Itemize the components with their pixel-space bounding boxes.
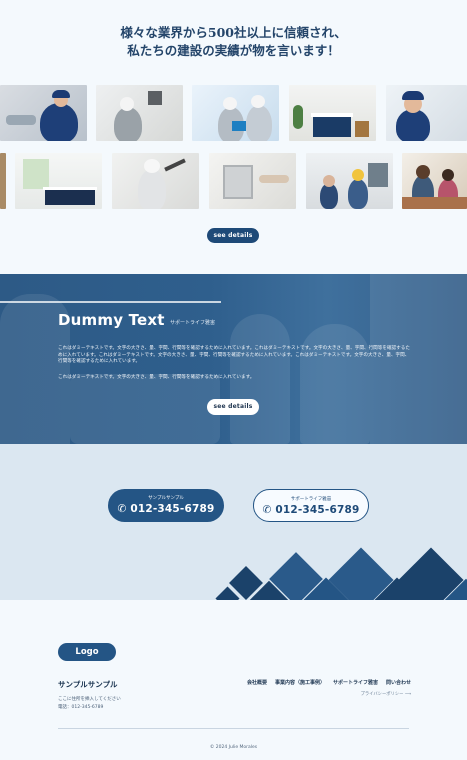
footer-logo[interactable]: Logo [58, 643, 116, 661]
photo-partial-left [0, 153, 6, 209]
photo-consultation [306, 153, 393, 209]
photo-appliance [209, 153, 296, 209]
phone-primary-label: サンプルサンプル [148, 496, 184, 501]
headline-line-1: 様々な業界から500社以上に信頼され、 [120, 25, 347, 40]
footer-nav-services[interactable]: 事業内容（施工事例） [275, 679, 325, 686]
phone-secondary-label: サポートライフ雅宙 [290, 497, 332, 502]
band-paragraph-2: これはダミーテキストです。文字の大きさ、量、字間、行間等を確認するために入れてい… [58, 375, 255, 380]
footer-address: ここに住所を挿入してください [58, 697, 121, 702]
phone-secondary-number-wrap: ✆ 012-345-6789 [254, 504, 368, 516]
footer-nav: 会社概要 事業内容（施工事例） サポートライフ雅宙 問い合わせ [247, 679, 411, 686]
phone-primary-number-wrap: ✆ 012-345-6789 [108, 503, 224, 515]
band-divider-line [0, 301, 221, 303]
phone-button-primary[interactable]: サンプルサンプル ✆ 012-345-6789 [108, 489, 224, 522]
band-paragraph-1: これはダミーテキストです。文字の大きさ、量、字間、行間等を確認するために入れてい… [58, 346, 410, 365]
photo-modern-kitchen [15, 153, 102, 209]
phone-secondary-number: 012-345-6789 [275, 504, 360, 516]
headline-line-2: 私たちの建設の実績が物を言います！ [127, 43, 340, 58]
photo-plumber [0, 85, 87, 141]
photo-inspectors [192, 85, 279, 141]
headline: 様々な業界から500社以上に信頼され、 私たちの建設の実績が物を言います！ [0, 24, 467, 60]
hero-section: 様々な業界から500社以上に信頼され、 私たちの建設の実績が物を言います！ se… [0, 0, 467, 274]
footer-address-block: ここに住所を挿入してください 電話：012-345-6789 [58, 696, 121, 712]
phone-icon: ✆ [262, 504, 272, 516]
photo-family [402, 153, 467, 209]
footer-privacy-link[interactable]: プライバシーポリシー ⟶ [361, 691, 411, 697]
photo-ceiling-work [112, 153, 199, 209]
photo-row-1 [0, 85, 467, 141]
footer-nav-company[interactable]: 会社概要 [247, 679, 267, 686]
band-subtitle: サポートライフ雅宙 [170, 320, 216, 326]
photo-electrician [96, 85, 183, 141]
footer-nav-contact[interactable]: 問い合わせ [386, 679, 411, 686]
band-title: Dummy Text [58, 311, 165, 329]
footer-nav-support[interactable]: サポートライフ雅宙 [333, 679, 378, 686]
photo-worker-smiling [386, 85, 467, 141]
footer-company-name: サンプルサンプル [58, 680, 118, 689]
band-bg-sofa [70, 374, 220, 444]
photo-row-2 [0, 153, 467, 209]
phone-primary-number: 012-345-6789 [130, 503, 215, 515]
band-see-details-button[interactable]: see details [207, 399, 259, 415]
phone-button-secondary[interactable]: サポートライフ雅宙 ✆ 012-345-6789 [253, 489, 369, 522]
band-bg-person-2 [300, 324, 370, 444]
footer-phone: 電話：012-345-6789 [58, 705, 104, 710]
photo-kitchen [289, 85, 376, 141]
site-footer: Logo サンプルサンプル ここに住所を挿入してください 電話：012-345-… [0, 600, 467, 760]
phone-icon: ✆ [117, 503, 127, 515]
see-details-button[interactable]: see details [207, 228, 259, 243]
footer-copyright: © 2024 Julie Morales [209, 745, 258, 750]
feature-band: Dummy Text サポートライフ雅宙 これはダミーテキストです。文字の大きさ… [0, 274, 467, 444]
footer-divider [58, 728, 409, 729]
